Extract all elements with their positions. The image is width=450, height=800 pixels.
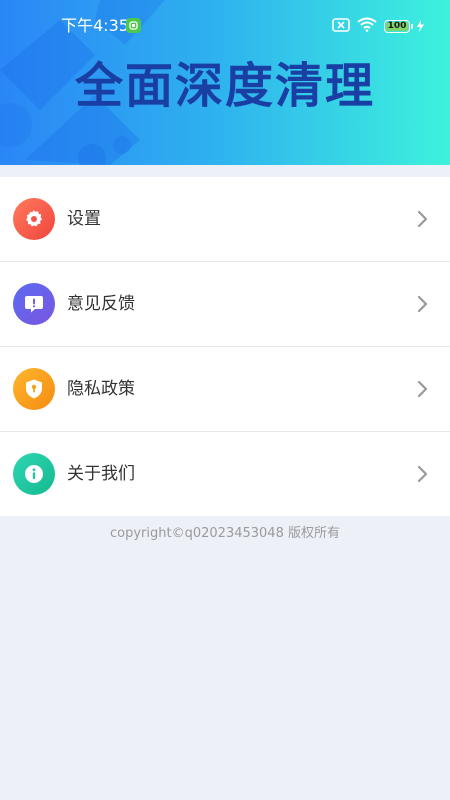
- menu-item-settings[interactable]: 设置: [0, 177, 450, 262]
- chevron-right-icon: [417, 380, 428, 398]
- menu-item-about-us[interactable]: 关于我们: [0, 432, 450, 516]
- menu-item-privacy-policy[interactable]: 隐私政策: [0, 347, 450, 432]
- shield-icon: [13, 368, 55, 410]
- gear-icon: [13, 198, 55, 240]
- status-bar: 下午4:35 100: [0, 0, 450, 52]
- battery-icon: 100: [384, 19, 413, 33]
- banner-title: 全面深度清理: [74, 58, 375, 114]
- menu-item-feedback[interactable]: 意见反馈: [0, 262, 450, 347]
- status-time: 下午4:35: [61, 16, 129, 35]
- menu-item-label: 设置: [67, 209, 101, 229]
- chevron-right-icon: [417, 465, 428, 483]
- feedback-icon: [13, 283, 55, 325]
- charging-icon: [417, 17, 424, 36]
- app-notification-icon: [126, 18, 141, 33]
- wifi-icon: [357, 17, 377, 36]
- menu-item-label: 隐私政策: [67, 379, 135, 399]
- sim-off-icon: [332, 17, 350, 36]
- menu-item-label: 意见反馈: [67, 294, 135, 314]
- header-banner: 下午4:35 100 全面深度清理: [0, 0, 450, 165]
- chevron-right-icon: [417, 295, 428, 313]
- copyright-text: copyright©q02023453048 版权所有: [110, 526, 340, 541]
- chevron-right-icon: [417, 210, 428, 228]
- info-icon: [13, 453, 55, 495]
- status-icons: 100: [332, 17, 424, 35]
- menu-item-label: 关于我们: [67, 464, 135, 484]
- battery-level: 100: [387, 21, 407, 31]
- menu-list: 设置 意见反馈 隐私政策 关于我们: [0, 177, 450, 516]
